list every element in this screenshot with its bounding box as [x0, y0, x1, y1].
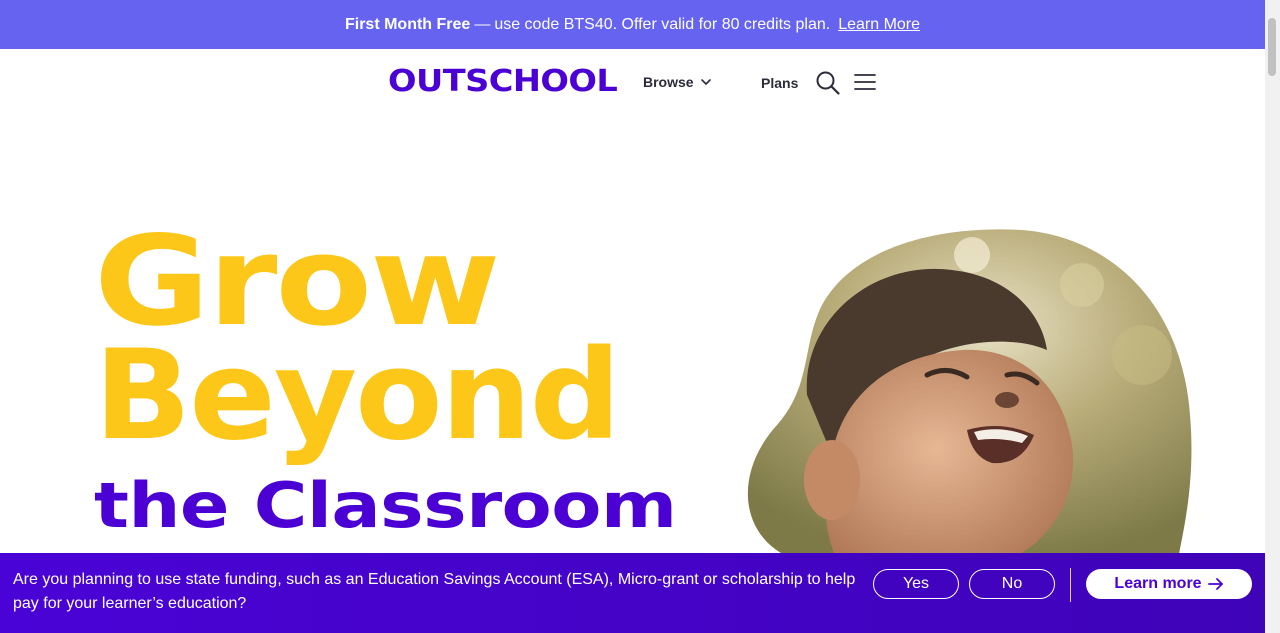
funding-learn-more-label: Learn more — [1114, 575, 1202, 592]
promo-banner: First Month Free — use code BTS40. Offer… — [0, 0, 1265, 49]
promo-text: use code BTS40. Offer valid for 80 credi… — [494, 15, 831, 33]
promo-separator: — — [474, 15, 491, 33]
promo-learn-more-link[interactable]: Learn More — [838, 16, 920, 34]
site-header: OUTSCHOOL Browse Plans — [0, 50, 1265, 114]
nav-plans[interactable]: Plans — [761, 75, 798, 91]
page-scrollbar[interactable] — [1265, 0, 1280, 633]
arrow-right-icon — [1207, 578, 1223, 590]
hero-heading-classroom: the Classroom — [94, 469, 677, 542]
search-icon — [816, 71, 840, 95]
nav-browse[interactable]: Browse — [643, 74, 712, 90]
funding-learn-more-button[interactable]: Learn more — [1086, 569, 1252, 599]
funding-no-button[interactable]: No — [969, 569, 1055, 599]
outschool-logo[interactable]: OUTSCHOOL — [388, 64, 618, 99]
nav-browse-label: Browse — [643, 74, 694, 90]
search-button[interactable] — [815, 70, 841, 101]
chevron-down-icon — [700, 79, 711, 85]
menu-button[interactable] — [853, 72, 877, 97]
funding-divider — [1070, 568, 1071, 602]
promo-strong: First Month Free — [344, 15, 471, 33]
funding-prompt-bar: Are you planning to use state funding, s… — [0, 553, 1265, 633]
funding-yes-button[interactable]: Yes — [873, 569, 959, 599]
funding-question: Are you planning to use state funding, s… — [13, 571, 856, 612]
menu-icon — [854, 74, 876, 90]
hero-child-image — [747, 229, 1192, 565]
scrollbar-thumb[interactable] — [1268, 18, 1276, 76]
hero-heading-beyond: Beyond — [94, 324, 621, 468]
